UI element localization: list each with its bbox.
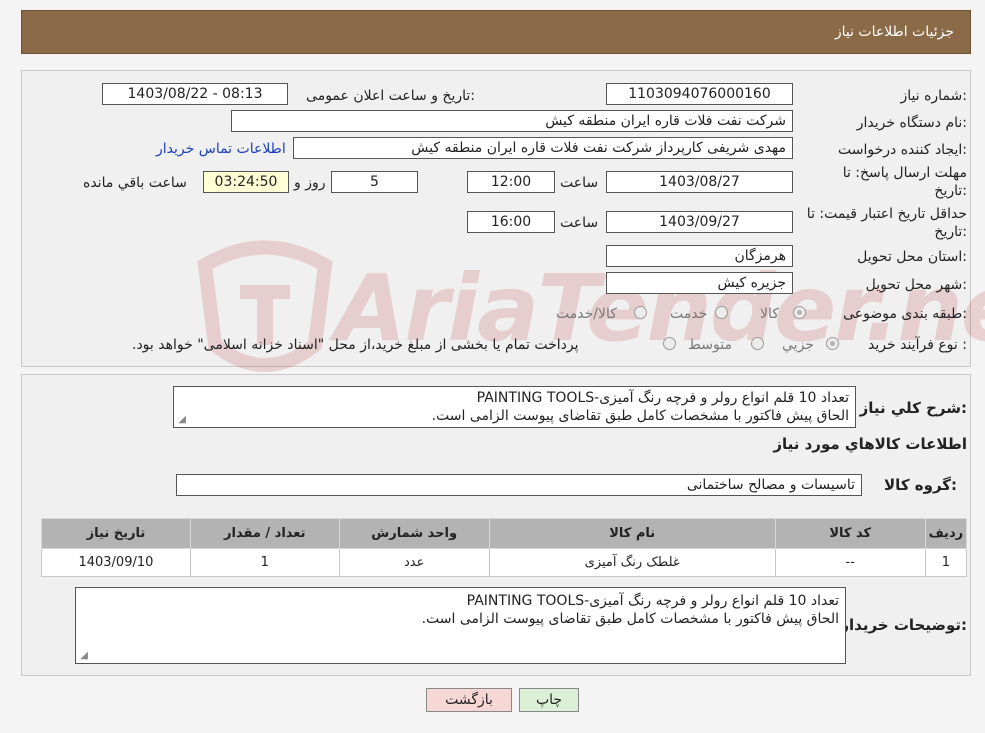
- price-validity-time-label: ساعت: [560, 215, 599, 231]
- col-need-date-header: تاریخ نیاز: [41, 518, 191, 549]
- treasury-payment-note: پرداخت تمام یا بخشی از مبلغ خرید،از محل …: [132, 337, 579, 353]
- purchase-type-small-radio[interactable]: [826, 337, 839, 350]
- page-title: جزئیات اطلاعات نیاز: [834, 24, 954, 40]
- cell-quantity: 1: [189, 548, 340, 577]
- buyer-contact-link[interactable]: اطلاعات تماس خریدار: [156, 141, 286, 157]
- cell-goods-code: --: [774, 548, 926, 577]
- remaining-days-field: 5: [331, 171, 418, 193]
- requester-label: ایجاد کننده درخواست:: [838, 142, 967, 158]
- price-validity-date-field: 1403/09/27: [606, 211, 793, 233]
- col-row-number-header: رديف: [924, 518, 968, 549]
- reply-deadline-time-label: ساعت: [560, 175, 599, 191]
- page-header: جزئیات اطلاعات نیاز: [21, 10, 971, 54]
- table-row: 1 -- غلطک رنگ آمیزی عدد 1 1403/09/10: [41, 548, 968, 577]
- price-validity-time-field: 16:00: [467, 211, 555, 233]
- city-label: شهر محل تحویل:: [865, 277, 967, 293]
- col-quantity-header: تعداد / مقدار: [189, 518, 340, 549]
- category-service-radio[interactable]: [715, 306, 728, 319]
- province-field: هرمزگان: [606, 245, 793, 267]
- announce-date-label: تاریخ و ساعت اعلان عمومی:: [306, 88, 475, 104]
- category-goods-service-label: کالا/خدمت: [556, 306, 617, 322]
- goods-table: رديف کد کالا نام کالا واحد شمارش تعداد /…: [41, 518, 968, 577]
- cell-unit: عدد: [338, 548, 490, 577]
- treasury-payment-checkbox[interactable]: [663, 337, 676, 350]
- col-goods-code-header: کد کالا: [774, 518, 926, 549]
- buyer-notes-line-2: الحاق پیش فاکتور با مشخصات کامل طبق تقاض…: [421, 611, 839, 627]
- buyer-notes-line-1: تعداد 10 قلم انواع رولر و فرچه رنگ آمیزی…: [466, 593, 839, 609]
- goods-section-title: اطلاعات كالاهاي مورد نياز: [773, 435, 967, 453]
- purchase-type-small-label: جزیي: [782, 337, 814, 353]
- purchase-type-label: نوع فرآیند خرید :: [868, 337, 967, 353]
- col-unit-header: واحد شمارش: [338, 518, 490, 549]
- description-textarea[interactable]: تعداد 10 قلم انواع رولر و فرچه رنگ آمیزی…: [173, 386, 856, 428]
- reply-deadline-label-line1: مهلت ارسال پاسخ: تا: [842, 165, 967, 181]
- buyer-notes-label: توضیحات خریدار:: [840, 616, 967, 634]
- buyer-notes-textarea[interactable]: تعداد 10 قلم انواع رولر و فرچه رنگ آمیزی…: [75, 587, 846, 664]
- price-validity-label-line2: تاریخ:: [934, 224, 967, 240]
- cell-row-number: 1: [924, 548, 968, 577]
- category-label: طبقه بندی موضوعی:: [843, 306, 967, 322]
- remaining-time-label: ساعت باقي مانده: [83, 175, 187, 191]
- description-line-2: الحاق پیش فاکتور با مشخصات کامل طبق تقاض…: [431, 408, 849, 424]
- remaining-days-label: روز و: [294, 175, 326, 191]
- reply-deadline-label-line2: تاریخ:: [934, 183, 967, 199]
- table-header-row: رديف کد کالا نام کالا واحد شمارش تعداد /…: [41, 518, 968, 549]
- city-field: جزیره کیش: [606, 272, 793, 294]
- category-goods-radio[interactable]: [793, 306, 806, 319]
- resize-grip-icon[interactable]: ◢: [176, 415, 186, 425]
- col-goods-name-header: نام کالا: [488, 518, 776, 549]
- print-button[interactable]: چاپ: [519, 688, 579, 712]
- goods-group-label: گروه کالا:: [884, 476, 957, 494]
- buyer-org-field: شرکت نفت فلات قاره ایران منطقه کیش: [231, 110, 793, 132]
- category-service-label: خدمت: [670, 306, 708, 322]
- reply-deadline-date-field: 1403/08/27: [606, 171, 793, 193]
- category-goods-label: کالا: [760, 306, 779, 322]
- cell-need-date: 1403/09/10: [41, 548, 191, 577]
- purchase-type-medium-radio[interactable]: [751, 337, 764, 350]
- need-number-field: 1103094076000160: [606, 83, 793, 105]
- description-line-1: تعداد 10 قلم انواع رولر و فرچه رنگ آمیزی…: [476, 390, 849, 406]
- reply-deadline-time-field: 12:00: [467, 171, 555, 193]
- announce-date-field: 1403/08/22 - 08:13: [102, 83, 288, 105]
- description-label: شرح کلي نياز:: [859, 399, 967, 417]
- back-button[interactable]: بازگشت: [426, 688, 512, 712]
- purchase-type-medium-label: متوسط: [688, 337, 732, 353]
- goods-group-field: تاسیسات و مصالح ساختمانی: [176, 474, 862, 496]
- need-number-label: شماره نیاز:: [900, 88, 967, 104]
- cell-goods-name: غلطک رنگ آمیزی: [488, 548, 776, 577]
- province-label: استان محل تحویل:: [857, 249, 967, 265]
- resize-grip-icon[interactable]: ◢: [78, 651, 88, 661]
- requester-field: مهدی شریفی کارپرداز شرکت نفت فلات قاره ا…: [293, 137, 793, 159]
- price-validity-label-line1: حداقل تاریخ اعتبار قیمت: تا: [806, 206, 967, 222]
- remaining-time-field: 03:24:50: [203, 171, 289, 193]
- buyer-org-label: نام دستگاه خریدار:: [856, 115, 967, 131]
- category-goods-service-radio[interactable]: [634, 306, 647, 319]
